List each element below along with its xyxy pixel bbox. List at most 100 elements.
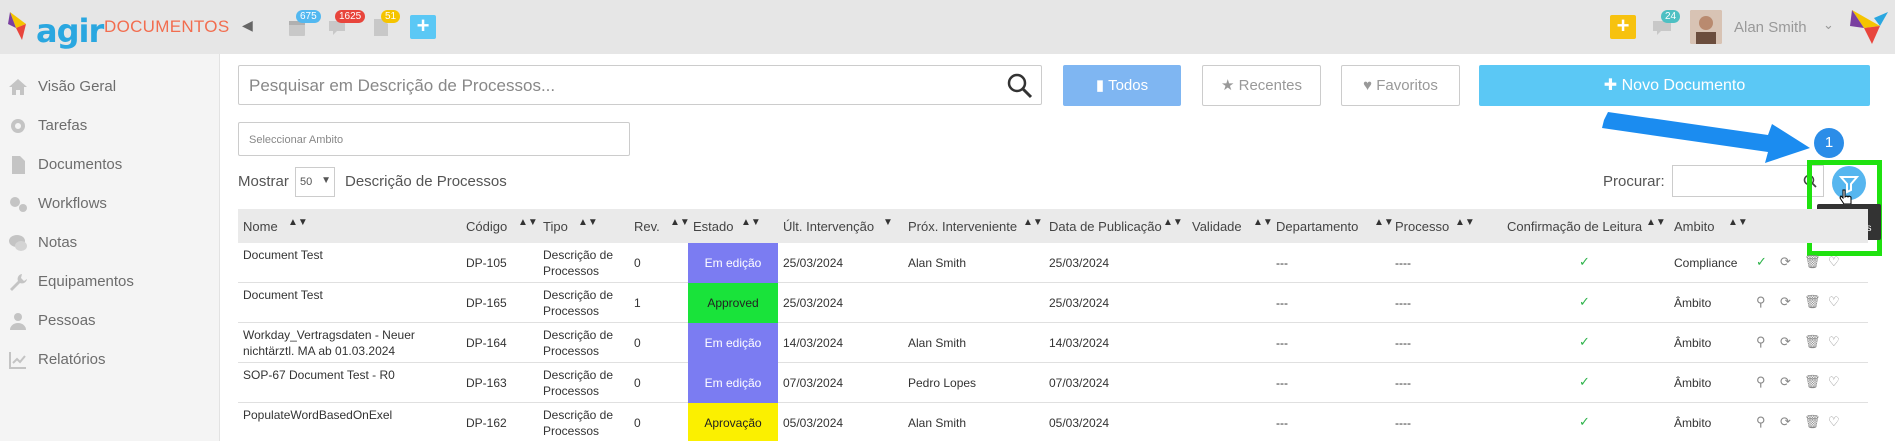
quick-add-button[interactable]: + — [410, 15, 436, 39]
trash-icon[interactable]: 🗑 — [1804, 414, 1821, 430]
col-validade[interactable]: Validade — [1192, 219, 1242, 234]
trash-icon[interactable]: 🗑 — [1804, 254, 1821, 270]
cell-nome[interactable]: Document Test — [243, 287, 323, 303]
table-row[interactable]: SOP-67 Document Test - R0 DP-163 Descriç… — [238, 363, 1868, 403]
col-ambito[interactable]: Ambito — [1674, 219, 1714, 234]
sidebar-item-label: Workflows — [38, 195, 107, 212]
col-departamento[interactable]: Departamento — [1276, 219, 1358, 234]
heart-icon[interactable]: ♡ — [1828, 414, 1840, 430]
heart-icon[interactable]: ♡ — [1828, 254, 1840, 270]
trash-icon[interactable]: 🗑 — [1804, 334, 1821, 350]
sort-icon[interactable]: ▲▼ — [288, 217, 308, 228]
col-confirmacao-leitura[interactable]: Confirmação de Leitura — [1507, 219, 1642, 234]
search-icon[interactable] — [1007, 73, 1033, 99]
sidebar-item-workflows[interactable]: Workflows — [0, 186, 220, 222]
collapse-sidebar-icon[interactable]: ◀ — [242, 17, 253, 34]
sort-icon[interactable]: ▲▼ — [741, 217, 761, 228]
sort-icon[interactable]: ▲▼ — [518, 217, 538, 228]
sidebar-item-notas[interactable]: Notas — [0, 225, 220, 261]
sort-icon[interactable]: ▲▼ — [1646, 217, 1666, 228]
sort-icon[interactable]: ▲▼ — [670, 217, 690, 228]
trash-icon[interactable]: 🗑 — [1804, 374, 1821, 390]
messages-icon[interactable]: 1625 — [327, 10, 366, 39]
sort-icon[interactable]: ▲▼ — [1253, 217, 1273, 228]
refresh-icon[interactable]: ⟳ — [1780, 374, 1791, 390]
refresh-icon[interactable]: ⟳ — [1780, 414, 1791, 430]
table-row[interactable]: Document Test DP-105 Descrição de Process… — [238, 243, 1868, 283]
sort-icon[interactable]: ▲▼ — [1455, 217, 1475, 228]
status-badge: Approved — [688, 283, 778, 323]
col-ult-intervencao[interactable]: Últ. Intervenção — [783, 219, 874, 234]
sidebar-item-visao-geral[interactable]: Visão Geral — [0, 69, 220, 105]
sort-icon[interactable]: ▲▼ — [1374, 217, 1394, 228]
refresh-icon[interactable]: ⟳ — [1780, 294, 1791, 310]
novo-documento-button[interactable]: ✚ Novo Documento — [1479, 65, 1870, 106]
sort-icon[interactable]: ▼ — [883, 217, 893, 228]
check-icon: ✓ — [1579, 374, 1590, 389]
sidebar-item-label: Documentos — [38, 156, 123, 173]
col-processo[interactable]: Processo — [1395, 219, 1449, 234]
sidebar-item-tarefas[interactable]: Tarefas — [0, 108, 220, 144]
sort-icon[interactable]: ▲▼ — [1023, 217, 1043, 228]
col-tipo[interactable]: Tipo — [543, 219, 568, 234]
refresh-icon[interactable]: ⟳ — [1780, 254, 1791, 270]
refresh-icon[interactable]: ⟳ — [1780, 334, 1791, 350]
agir-logo[interactable]: agir — [8, 8, 104, 50]
col-estado[interactable]: Estado — [693, 219, 733, 234]
sort-icon[interactable]: ▲▼ — [1163, 217, 1183, 228]
check-icon: ✓ — [1579, 334, 1590, 349]
sidebar-item-relatorios[interactable]: Relatórios — [0, 342, 220, 378]
heart-icon[interactable]: ♡ — [1828, 334, 1840, 350]
col-prox-interveniente[interactable]: Próx. Interveniente — [908, 219, 1017, 234]
avatar[interactable] — [1690, 10, 1722, 44]
chevron-down-icon[interactable]: ⌄ — [1823, 17, 1834, 33]
sort-icon[interactable]: ▲▼ — [1728, 217, 1748, 228]
sidebar-item-pessoas[interactable]: Pessoas — [0, 303, 220, 339]
heart-icon[interactable]: ♡ — [1828, 374, 1840, 390]
file-icon: ▮ — [1095, 77, 1109, 94]
cell-nome[interactable]: SOP-67 Document Test - R0 — [243, 367, 395, 383]
col-rev[interactable]: Rev. — [634, 219, 660, 234]
search-icon[interactable]: ⚲ — [1756, 414, 1766, 430]
notifications-icon[interactable]: 24 — [1651, 10, 1681, 39]
cell-tipo: Descrição de Processos — [543, 408, 614, 438]
app-switcher-icon[interactable] — [1850, 8, 1888, 46]
sidebar-item-equipamentos[interactable]: Equipamentos — [0, 264, 220, 300]
status-badge: Aprovação — [688, 403, 778, 441]
search-input[interactable] — [249, 76, 989, 96]
trash-icon[interactable]: 🗑 — [1804, 294, 1821, 310]
cell-ult-intervencao: 14/03/2024 — [783, 336, 844, 350]
plus-icon: ✚ — [1603, 77, 1622, 94]
heart-icon[interactable]: ♡ — [1828, 294, 1840, 310]
gears-icon — [10, 197, 27, 212]
approve-icon[interactable]: ✓ — [1756, 254, 1767, 270]
recentes-button[interactable]: ★ Recentes — [1202, 65, 1321, 106]
table-row[interactable]: Document Test DP-165 Descrição de Process… — [238, 283, 1868, 323]
ambito-selector[interactable] — [238, 122, 630, 156]
sort-icon[interactable]: ▲▼ — [578, 217, 598, 228]
table-row[interactable]: Workday_Vertragsdaten - Neuer nichtärztl.… — [238, 323, 1868, 363]
calendar-icon[interactable]: 675 — [288, 10, 321, 39]
user-name[interactable]: Alan Smith — [1734, 19, 1807, 36]
col-nome[interactable]: Nome — [243, 219, 278, 234]
ambito-input[interactable] — [249, 134, 619, 146]
sidebar-item-documentos[interactable]: Documentos — [0, 147, 220, 183]
add-yellow-button[interactable]: + — [1610, 15, 1636, 39]
table-row[interactable]: PopulateWordBasedOnExel DP-162 Descrição… — [238, 403, 1868, 441]
favoritos-button[interactable]: ♥ Favoritos — [1341, 65, 1460, 106]
col-data-publicacao[interactable]: Data de Publicação — [1049, 219, 1162, 234]
cell-nome[interactable]: PopulateWordBasedOnExel — [243, 407, 392, 423]
search-icon[interactable]: ⚲ — [1756, 334, 1766, 350]
search-icon[interactable]: ⚲ — [1756, 294, 1766, 310]
page-size-select[interactable]: 50 ▼ — [295, 167, 335, 197]
cell-nome[interactable]: Workday_Vertragsdaten - Neuer nichtärztl.… — [243, 327, 415, 359]
search-icon[interactable]: ⚲ — [1756, 374, 1766, 390]
cell-nome[interactable]: Document Test — [243, 247, 323, 263]
todos-button[interactable]: ▮ Todos — [1063, 65, 1181, 106]
sidebar-item-label: Visão Geral — [38, 78, 117, 95]
file-icon[interactable]: 51 — [373, 10, 401, 39]
cell-ult-intervencao: 07/03/2024 — [783, 376, 844, 390]
col-codigo[interactable]: Código — [466, 219, 507, 234]
status-badge: Em edição — [688, 323, 778, 363]
cell-processo: ---- — [1395, 296, 1411, 310]
